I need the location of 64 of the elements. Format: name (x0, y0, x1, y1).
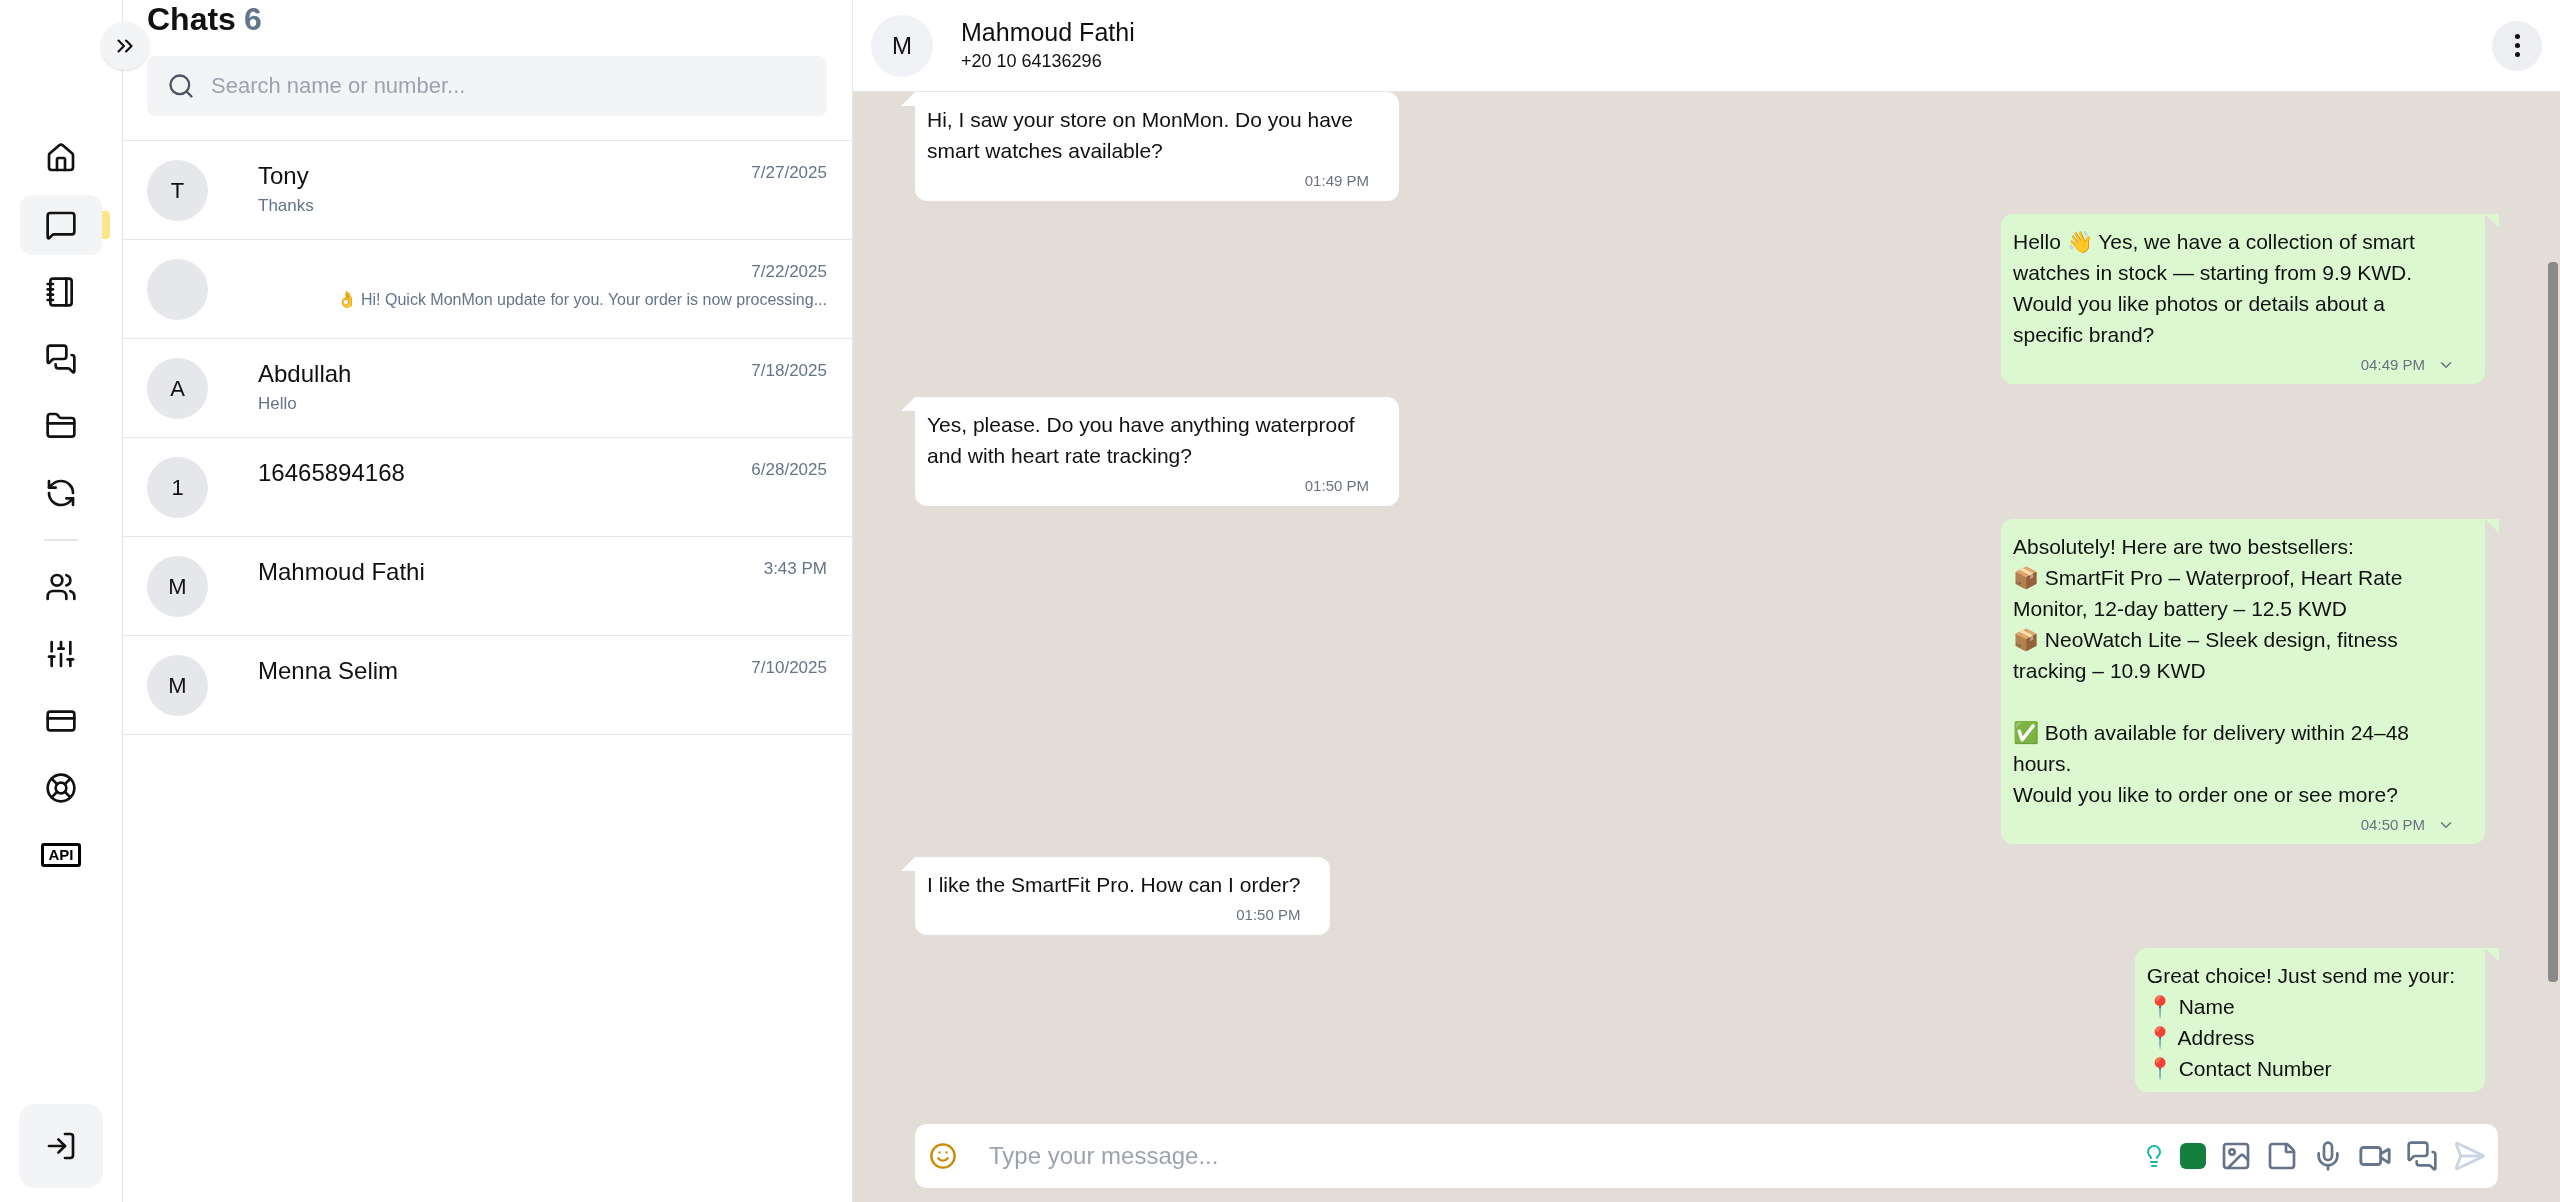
chat-list-item[interactable]: 1 16465894168 6/28/2025 (123, 438, 852, 537)
chat-bubble-icon (45, 209, 77, 241)
lifebuoy-icon (45, 772, 77, 804)
two-chat-bubbles-icon (45, 343, 77, 375)
contact-name: Tony (258, 161, 309, 191)
contact-name: Mahmoud Fathi (961, 17, 1135, 48)
chat-list-item[interactable]: 7/22/2025 👌 Hi! Quick MonMon update for you. Your order is now processing... (123, 240, 852, 339)
contact-name: Menna Selim (258, 656, 399, 686)
chat-list-item[interactable]: A Abdullah 7/18/2025 Hello (123, 339, 852, 438)
message-time: 04:49 PM (2360, 354, 2425, 375)
message-time: 01:49 PM (1304, 171, 1369, 191)
two-chat-bubbles-icon[interactable] (2406, 1140, 2438, 1172)
message-preview: Thanks (258, 195, 315, 217)
extension-icon[interactable] (2180, 1143, 2206, 1169)
contact-name: Abdullah (258, 359, 352, 389)
message-preview: Hello (258, 393, 298, 415)
message-text: I like the SmartFit Pro. How can I order? (927, 872, 1301, 898)
contact-phone: +20 10 64136296 (961, 50, 1103, 73)
chats-title: Chats (147, 0, 236, 38)
refresh-icon (45, 477, 77, 509)
smiley-icon[interactable] (929, 1142, 957, 1170)
chats-count: 6 (243, 0, 262, 38)
message-composer[interactable]: Type your message... (915, 1124, 2498, 1188)
avatar: M (147, 654, 208, 716)
message-time: 01:50 PM (1236, 905, 1301, 925)
nav-item[interactable] (20, 195, 102, 255)
avatar: M (871, 14, 933, 77)
api-nav-item[interactable]: API (20, 825, 102, 885)
expand-button[interactable] (101, 22, 149, 70)
logout-icon (45, 1130, 77, 1162)
contact-name: 16465894168 (258, 458, 405, 488)
more-button[interactable] (2492, 20, 2542, 71)
home-icon (45, 142, 77, 174)
chat-date: 7/22/2025 (751, 261, 827, 283)
logout-button[interactable] (19, 1104, 103, 1188)
sliders-icon (45, 638, 77, 670)
image-icon[interactable] (2220, 1140, 2252, 1172)
chat-date: 6/28/2025 (751, 459, 827, 481)
chat-list-item[interactable]: M Mahmoud Fathi 3:43 PM (123, 537, 852, 636)
avatar: A (147, 357, 208, 419)
chat-date: 7/18/2025 (751, 360, 827, 382)
message-time: 04:50 PM (2360, 814, 2425, 835)
message-text: Hello 👋 Yes, we have a collection of smart watches in stock — starting from 9.9 KWD. Would you like photos or details about a specific brand? (2013, 228, 2416, 348)
message-text: Yes, please. Do you have anything waterproof and with heart rate tracking? (927, 412, 1356, 469)
avatar: M (147, 555, 208, 617)
message-text: Great choice! Just send me your: 📍 Name 📍 Address 📍 Contact Number (2146, 962, 2455, 1082)
avatar: T (147, 159, 208, 221)
message-time: 01:50 PM (1304, 476, 1369, 496)
search-field[interactable]: Search name or number... (147, 56, 827, 116)
chat-list-item[interactable]: T Tony 7/27/2025 Thanks (123, 141, 852, 240)
active-indicator (102, 211, 110, 239)
chat-date: 3:43 PM (763, 558, 827, 580)
note-icon[interactable] (2266, 1140, 2298, 1172)
more-icon (2514, 34, 2520, 57)
message-preview: 👌 Hi! Quick MonMon update for you. Your order is now processing... (335, 290, 827, 310)
message-text: Hi, I saw your store on MonMon. Do you have smart watches available? (927, 107, 1355, 164)
message-text: Absolutely! Here are two bestsellers: 📦 SmartFit Pro – Waterproof, Heart Rate Monitor, 12-day battery – 12.5 KWD 📦 NeoWatch Lite – Sleek design, fitness tracking – 10.9 KWD ✅ Both available for delivery within 24–48 hours. Would you like to order one or see more? (2013, 533, 2411, 808)
avatar: 1 (147, 456, 208, 518)
users-icon (45, 571, 77, 603)
contact-name: Mahmoud Fathi (258, 557, 425, 587)
chat-date: 7/10/2025 (751, 657, 827, 679)
search-icon (167, 72, 195, 100)
chat-date: 7/27/2025 (751, 162, 827, 184)
chat-list-item[interactable]: M Menna Selim 7/10/2025 (123, 636, 852, 735)
